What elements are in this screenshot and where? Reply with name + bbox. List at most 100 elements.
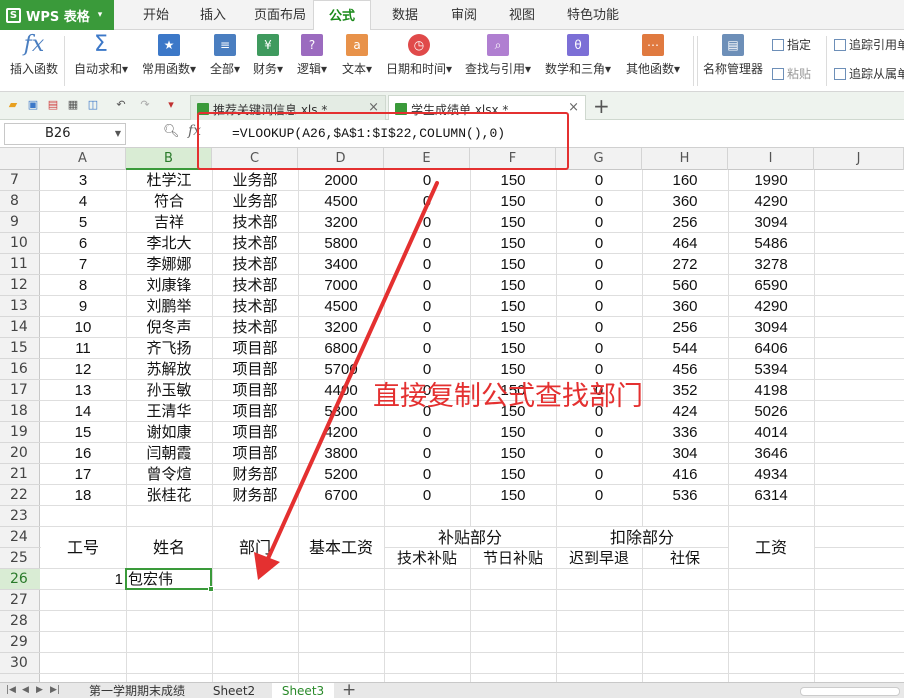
row-header-16[interactable]: 16: [0, 359, 40, 380]
ribbon-button-6[interactable]: a 文本▾: [336, 34, 378, 77]
fill-handle[interactable]: [208, 586, 214, 592]
cell-E22[interactable]: 0: [384, 485, 470, 506]
column-header-I[interactable]: I: [728, 148, 814, 170]
ribbon-button-10[interactable]: ⋯ 其他函数▾: [620, 34, 686, 77]
cell-D12[interactable]: 7000: [298, 275, 384, 296]
cell-B7[interactable]: 杜学江: [126, 170, 212, 191]
ribbon-button-11[interactable]: ▤ 名称管理器: [700, 34, 766, 77]
row-header-13[interactable]: 13: [0, 296, 40, 317]
wps-app-button[interactable]: S WPS 表格 ▾: [0, 0, 114, 30]
cell-E10[interactable]: 0: [384, 233, 470, 254]
row-header-17[interactable]: 17: [0, 380, 40, 401]
cell-D7[interactable]: 2000: [298, 170, 384, 191]
cell-D20[interactable]: 3800: [298, 443, 384, 464]
last-sheet-icon[interactable]: ▶|: [50, 685, 60, 695]
add-sheet-button[interactable]: +: [342, 680, 356, 698]
cell-H9[interactable]: 256: [642, 212, 728, 233]
cell-F11[interactable]: 150: [470, 254, 556, 275]
cell-H14[interactable]: 256: [642, 317, 728, 338]
row-header-14[interactable]: 14: [0, 317, 40, 338]
ribbon-button-4[interactable]: ¥ 财务▾: [248, 34, 288, 77]
cell-A17[interactable]: 13: [40, 380, 126, 401]
cell-D11[interactable]: 3400: [298, 254, 384, 275]
cell-E15[interactable]: 0: [384, 338, 470, 359]
cell-H10[interactable]: 464: [642, 233, 728, 254]
cell-I16[interactable]: 5394: [728, 359, 814, 380]
cell-B10[interactable]: 李北大: [126, 233, 212, 254]
cell-H12[interactable]: 560: [642, 275, 728, 296]
undo-icon[interactable]: ↶: [114, 98, 128, 112]
cell-C17[interactable]: 项目部: [212, 380, 298, 401]
sheet-tab-sheet3[interactable]: Sheet3: [272, 683, 334, 698]
cell-B14[interactable]: 倪冬声: [126, 317, 212, 338]
cell-D18[interactable]: 5300: [298, 401, 384, 422]
cell-E9[interactable]: 0: [384, 212, 470, 233]
cell-D21[interactable]: 5200: [298, 464, 384, 485]
trace-dependents-button[interactable]: 追踪从属单: [834, 65, 904, 82]
cell-D10[interactable]: 5800: [298, 233, 384, 254]
row-header-19[interactable]: 19: [0, 422, 40, 443]
cell-E7[interactable]: 0: [384, 170, 470, 191]
header-holiday-allowance[interactable]: 节日补贴: [470, 548, 556, 569]
cell-A14[interactable]: 10: [40, 317, 126, 338]
row-header-7[interactable]: 7: [0, 170, 40, 191]
cell-G14[interactable]: 0: [556, 317, 642, 338]
cell-F8[interactable]: 150: [470, 191, 556, 212]
cell-D15[interactable]: 6800: [298, 338, 384, 359]
zoom-icon[interactable]: 🔍︎: [163, 124, 180, 139]
cell-H15[interactable]: 544: [642, 338, 728, 359]
cell-D22[interactable]: 6700: [298, 485, 384, 506]
cell-G21[interactable]: 0: [556, 464, 642, 485]
cell-H20[interactable]: 304: [642, 443, 728, 464]
cell-C11[interactable]: 技术部: [212, 254, 298, 275]
cell-F15[interactable]: 150: [470, 338, 556, 359]
row-header-8[interactable]: 8: [0, 191, 40, 212]
cell-G13[interactable]: 0: [556, 296, 642, 317]
menu-tab-4[interactable]: 数据: [375, 0, 435, 30]
menu-tab-1[interactable]: 插入: [181, 0, 245, 30]
cell-E19[interactable]: 0: [384, 422, 470, 443]
cell-H13[interactable]: 360: [642, 296, 728, 317]
row-header-15[interactable]: 15: [0, 338, 40, 359]
cell-G7[interactable]: 0: [556, 170, 642, 191]
close-icon[interactable]: ×: [568, 100, 579, 115]
cell-E20[interactable]: 0: [384, 443, 470, 464]
row-header-20[interactable]: 20: [0, 443, 40, 464]
ribbon-button-2[interactable]: ★ 常用函数▾: [138, 34, 200, 77]
cell-H16[interactable]: 456: [642, 359, 728, 380]
ribbon-button-0[interactable]: fx 插入函数: [4, 34, 64, 77]
cell-I22[interactable]: 6314: [728, 485, 814, 506]
menu-tab-6[interactable]: 视图: [493, 0, 551, 30]
menu-tab-2[interactable]: 页面布局: [245, 0, 315, 30]
cell-A19[interactable]: 15: [40, 422, 126, 443]
cell-G11[interactable]: 0: [556, 254, 642, 275]
print-icon[interactable]: ▦: [66, 98, 80, 112]
cell-I13[interactable]: 4290: [728, 296, 814, 317]
cell-F9[interactable]: 150: [470, 212, 556, 233]
cell-C9[interactable]: 技术部: [212, 212, 298, 233]
cell-I19[interactable]: 4014: [728, 422, 814, 443]
cell-F13[interactable]: 150: [470, 296, 556, 317]
trace-precedents-button[interactable]: 追踪引用单: [834, 36, 904, 53]
row-header-11[interactable]: 11: [0, 254, 40, 275]
ribbon-button-8[interactable]: ⌕ 查找与引用▾: [460, 34, 536, 77]
row-header-30[interactable]: 30: [0, 653, 40, 674]
cell-A26[interactable]: 1: [40, 569, 123, 590]
horizontal-scrollbar[interactable]: [800, 687, 900, 696]
cell-C20[interactable]: 项目部: [212, 443, 298, 464]
cell-C21[interactable]: 财务部: [212, 464, 298, 485]
header-tech-allowance[interactable]: 技术补贴: [384, 548, 470, 569]
row-header-18[interactable]: 18: [0, 401, 40, 422]
cell-I9[interactable]: 3094: [728, 212, 814, 233]
cell-F21[interactable]: 150: [470, 464, 556, 485]
cell-H17[interactable]: 352: [642, 380, 728, 401]
row-header-12[interactable]: 12: [0, 275, 40, 296]
cell-B20[interactable]: 闫朝霞: [126, 443, 212, 464]
cell-B11[interactable]: 李娜娜: [126, 254, 212, 275]
row-header-23[interactable]: 23: [0, 506, 40, 527]
ribbon-button-5[interactable]: ? 逻辑▾: [292, 34, 332, 77]
cell-A7[interactable]: 3: [40, 170, 126, 191]
row-header-22[interactable]: 22: [0, 485, 40, 506]
cell-H19[interactable]: 336: [642, 422, 728, 443]
cell-B17[interactable]: 孙玉敏: [126, 380, 212, 401]
